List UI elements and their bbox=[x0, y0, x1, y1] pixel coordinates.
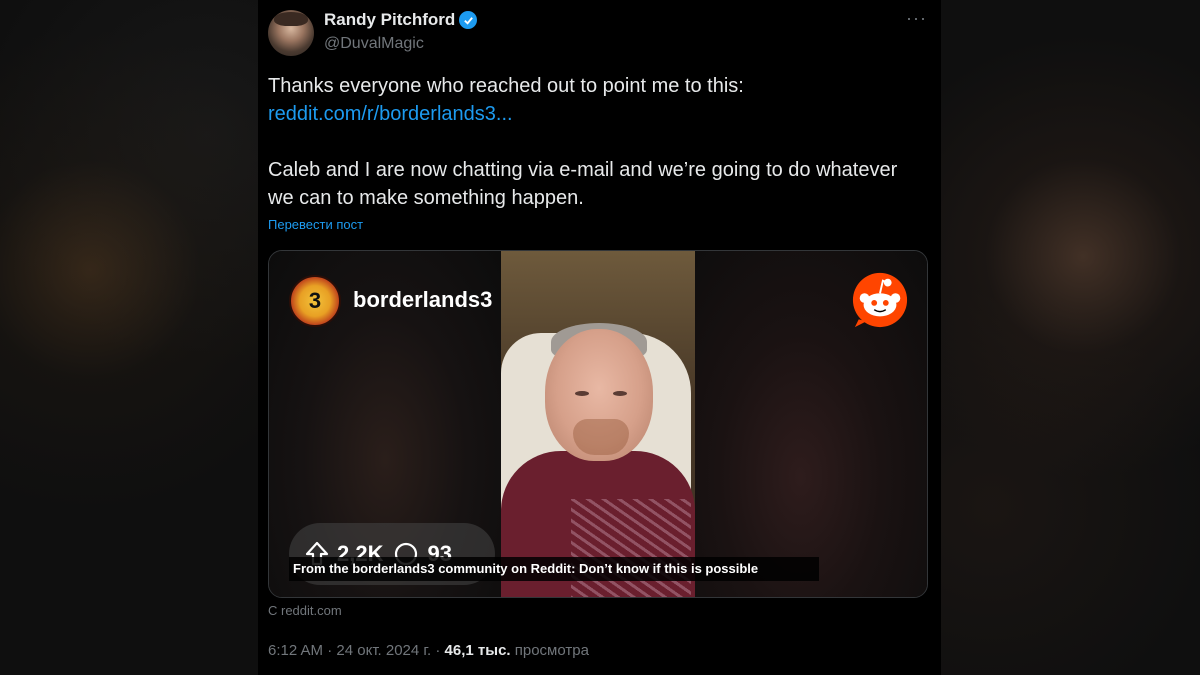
reddit-logo-icon bbox=[852, 272, 908, 328]
author-name[interactable]: Randy Pitchford bbox=[324, 10, 455, 30]
author-handle[interactable]: @DuvalMagic bbox=[324, 35, 424, 53]
tweet-meta: 6:12 AM · 24 окт. 2024 г. · 46,1 тыс. пр… bbox=[268, 642, 589, 659]
subreddit-name: borderlands3 bbox=[353, 287, 493, 312]
author-name-row[interactable]: Randy Pitchford bbox=[324, 10, 478, 30]
preview-photo bbox=[501, 251, 695, 597]
more-options-icon[interactable]: ··· bbox=[906, 8, 927, 29]
card-source[interactable]: С reddit.com bbox=[268, 603, 342, 618]
tweet-time[interactable]: 6:12 AM bbox=[268, 642, 323, 659]
avatar[interactable] bbox=[268, 10, 314, 56]
views-count: 46,1 тыс. bbox=[444, 642, 511, 659]
translate-post-link[interactable]: Перевести пост bbox=[268, 217, 363, 232]
tweet-date[interactable]: 24 окт. 2024 г. bbox=[336, 642, 431, 659]
tweet-text: Thanks everyone who reached out to point… bbox=[268, 72, 928, 212]
views-label: просмотра bbox=[514, 642, 589, 659]
subreddit-logo-icon: 3 bbox=[289, 275, 341, 327]
link-preview-card[interactable]: 3 borderlands3 2,2K 93 From the borderla… bbox=[268, 250, 928, 598]
tweet-line-1: Thanks everyone who reached out to point… bbox=[268, 75, 744, 97]
tweet-link[interactable]: reddit.com/r/borderlands3... bbox=[268, 103, 513, 125]
background-right bbox=[940, 0, 1200, 675]
card-caption: From the borderlands3 community on Reddi… bbox=[289, 557, 819, 581]
verified-badge-icon bbox=[459, 11, 478, 29]
background-left bbox=[0, 0, 258, 675]
tweet-line-2: Caleb and I are now chatting via e-mail … bbox=[268, 159, 898, 209]
tweet-card: Randy Pitchford @DuvalMagic ··· Thanks e… bbox=[258, 0, 941, 675]
